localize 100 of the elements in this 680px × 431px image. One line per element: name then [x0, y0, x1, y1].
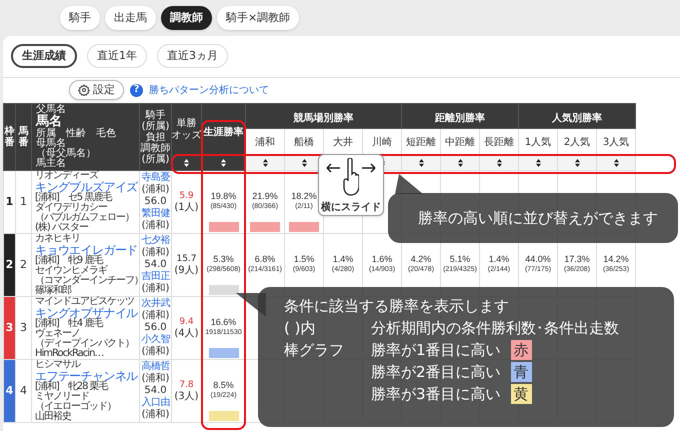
popularity-rank: (9人) — [174, 265, 199, 277]
tooltip-text: ( )内 — [284, 318, 316, 339]
jockey-affiliation: (浦和) — [142, 247, 170, 259]
trainer-link[interactable]: 入口由 — [141, 397, 170, 409]
sort-icon[interactable] — [574, 159, 580, 167]
column-header: 大井 — [333, 136, 353, 148]
horse-info: [浦和] セ5 黒鹿毛 — [35, 193, 112, 203]
trainer-affiliation: (浦和) — [142, 220, 170, 232]
dam-name: セイウンヒメラギ — [35, 266, 108, 276]
category-tab[interactable]: 調教師 — [161, 6, 212, 30]
win-rate: 1.5% — [294, 254, 314, 265]
sire-name: カネヒキリ — [35, 234, 81, 244]
period-tab[interactable]: 直近3ヵ月 — [157, 44, 228, 68]
tooltip-text: 勝率が2番目に高い — [371, 362, 501, 383]
frame-number: 1 — [4, 170, 16, 234]
jockey-link[interactable]: 次井武 — [141, 298, 170, 310]
period-tab[interactable]: 生涯成績 — [11, 44, 77, 68]
column-header: 母馬名 — [36, 139, 66, 149]
period-tab[interactable]: 直近1年 — [87, 44, 147, 68]
column-header: 枠番 — [4, 126, 14, 148]
win-rate: 21.9% — [252, 191, 278, 202]
column-header: 川崎 — [372, 136, 392, 148]
win-rate: 1.4% — [332, 254, 354, 265]
sort-icon[interactable] — [262, 159, 268, 167]
win-rate: 18.2% — [291, 191, 317, 202]
sire-name: マインドユアビスケッツ — [35, 297, 135, 307]
sort-icon[interactable] — [302, 159, 306, 167]
sire-name: リオンディーズ — [35, 171, 100, 181]
jockey-link[interactable]: 高橋哲 — [141, 361, 170, 373]
column-header: 浦和 — [255, 136, 275, 148]
trainer-link[interactable]: 繁田健 — [141, 208, 170, 220]
settings-icon — [78, 84, 90, 96]
owner-name: 山田裕史 — [35, 412, 72, 422]
dam-name: ダイワデリカシー — [35, 203, 108, 213]
horse-name-link[interactable]: キングブルズアイズ — [35, 181, 139, 193]
jockey-affiliation: (浦和) — [142, 373, 170, 385]
damsire-name: （ディープインパクト） — [35, 339, 135, 349]
horse-name-link[interactable]: キングオブザナイル — [35, 307, 139, 319]
sort-icon[interactable] — [184, 159, 189, 167]
trainer-link[interactable]: 小久智 — [141, 334, 170, 346]
win-rate: 6.8% — [254, 254, 276, 265]
jockey-link[interactable]: 七夕裕 — [141, 235, 170, 247]
frame-number: 4 — [4, 360, 16, 422]
sort-icon[interactable] — [418, 159, 424, 167]
column-header: 負担 — [146, 132, 166, 142]
trainer-link[interactable]: 吉田正 — [141, 271, 170, 283]
horse-number: 4 — [20, 384, 27, 397]
column-header: 騎手 — [146, 110, 166, 120]
category-tab[interactable]: 騎手×調教師 — [217, 6, 300, 30]
horse-info: [浦和] 牝28 栗毛 — [35, 382, 108, 392]
jockey-link[interactable]: 寺島憂 — [141, 172, 170, 184]
win-rate: 17.3% — [564, 254, 590, 265]
carried-weight: 56.0 — [144, 322, 167, 334]
column-header: 短距離 — [406, 136, 436, 148]
column-header: 1人気 — [524, 136, 552, 148]
carried-weight: 56.0 — [144, 196, 167, 208]
win-odds: 5.9 — [179, 190, 194, 202]
help-link[interactable]: 勝ちパターン分析について — [149, 82, 269, 98]
sire-name: ヒシマサル — [35, 360, 81, 370]
column-header: (所属) — [142, 120, 170, 132]
tooltip-text: 勝率の高い順に並び替えができます — [418, 208, 658, 229]
sort-icon[interactable] — [496, 159, 502, 167]
column-header: 調教師 — [140, 142, 170, 154]
damsire-name: （バブルガムフェロー） — [35, 213, 135, 223]
column-header: 中距離 — [445, 136, 475, 148]
sort-icon[interactable] — [458, 159, 462, 167]
sort-icon[interactable] — [221, 159, 226, 167]
group-header: 人気別勝率 — [552, 113, 602, 124]
horse-name-link[interactable]: エフテーチャンネル — [35, 370, 139, 382]
win-rate: 8.5% — [213, 380, 234, 391]
column-header: 長距離 — [484, 136, 514, 148]
owner-name: HimRockRacin… — [35, 349, 104, 359]
column-header: 馬主名 — [36, 159, 67, 169]
column-header: 3人気 — [602, 136, 630, 148]
color-swatch: 黄 — [510, 384, 532, 404]
owner-name: (株) バスター — [35, 223, 90, 233]
carried-weight: 54.0 — [144, 259, 167, 270]
category-tab[interactable]: 騎手 — [60, 6, 100, 30]
column-header: （母父馬名） — [36, 149, 97, 159]
category-tab[interactable]: 出走馬 — [105, 6, 156, 30]
win-rate: 4.2% — [410, 254, 432, 265]
popularity-rank: (4人) — [174, 328, 199, 340]
tooltip-text: 勝率が3番目に高い — [371, 384, 501, 405]
left-right-arrow-icon — [326, 163, 376, 173]
color-swatch: 赤 — [510, 340, 532, 360]
column-header: 所属 性齢 毛色 — [36, 129, 117, 139]
settings-button[interactable]: 設定 — [69, 80, 124, 100]
trainer-affiliation: (浦和) — [142, 346, 170, 358]
horse-number: 3 — [20, 320, 27, 334]
trainer-affiliation: (浦和) — [142, 409, 170, 421]
win-rate: 1.6% — [372, 254, 392, 265]
win-rate: 5.3% — [213, 254, 234, 265]
dam-name: ミヤノリード — [35, 392, 89, 402]
carried-weight: 54.0 — [144, 385, 167, 396]
sort-icon[interactable] — [614, 159, 618, 167]
tooltip-text: 勝率が1番目に高い — [371, 340, 501, 361]
tooltip-text: 条件に該当する勝率を表示します — [284, 296, 510, 317]
damsire-name: （コマンダーインチーフ） — [35, 276, 139, 286]
sort-icon[interactable] — [536, 159, 540, 167]
horse-name-link[interactable]: キョウエイレガード — [35, 244, 139, 256]
